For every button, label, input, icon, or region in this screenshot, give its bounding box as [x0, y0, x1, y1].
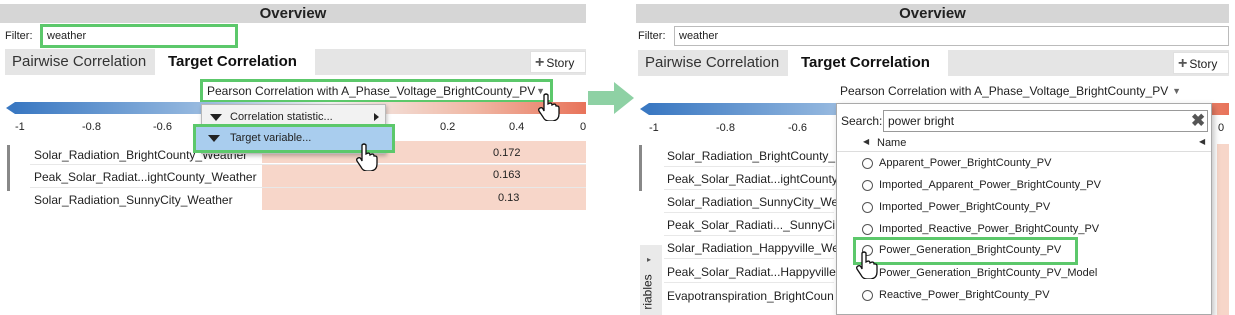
overview-header: Overview [636, 4, 1229, 23]
axis-tick: -0.8 [82, 121, 101, 133]
axis-tick: 0.2 [440, 121, 456, 133]
row-divider [664, 189, 834, 190]
plus-icon: + [535, 54, 545, 71]
filter-input[interactable]: weather [40, 24, 238, 48]
menu-item-label: Target variable... [230, 132, 312, 144]
row-value: 0.163 [493, 169, 521, 181]
row-divider [664, 235, 834, 236]
option-radio[interactable] [862, 224, 873, 235]
axis-tick: -0.8 [716, 122, 735, 134]
plus-icon: + [1178, 55, 1188, 72]
row-label: Peak_Solar_Radiat...Happyville [667, 265, 836, 279]
column-header-label: Name [877, 137, 907, 149]
option-label[interactable]: Power_Generation_BrightCounty_PV_Model [879, 267, 1097, 279]
row-label: Solar_Radiation_SunnyCity_Weather [34, 193, 233, 207]
side-tab-arrow-icon: ▸ [647, 255, 652, 264]
tab-target-correlation[interactable]: Target Correlation [788, 50, 948, 76]
row-label: Peak_Solar_Radiati..._SunnyCi [667, 218, 836, 232]
side-tab-label: riables [640, 274, 655, 310]
overview-header: Overview [0, 4, 586, 23]
option-label[interactable]: Imported_Apparent_Power_BrightCounty_PV [879, 179, 1101, 191]
option-label[interactable]: Imported_Reactive_Power_BrightCounty_PV [879, 223, 1099, 235]
correlation-bar [262, 188, 586, 210]
variables-side-tab[interactable]: ▸ riables [640, 245, 662, 315]
axis-tick: -1 [15, 121, 25, 133]
option-label[interactable]: Imported_Power_BrightCounty_PV [879, 201, 1050, 213]
row-label: Peak_Solar_Radiat...ightCounty_Weather [34, 170, 257, 184]
option-label[interactable]: Power_Generation_BrightCounty_PV [879, 244, 1061, 256]
sort-left-icon[interactable]: ◀ [863, 137, 869, 146]
row-divider [664, 258, 834, 259]
column-header: ◀ Name ◀ [837, 136, 1211, 152]
tab-pairwise-correlation[interactable]: Pairwise Correlation [638, 50, 788, 76]
menu-item-label: Correlation statistic... [230, 111, 333, 123]
row-label: Evapotranspiration_BrightCoun [667, 289, 834, 303]
option-radio[interactable] [862, 180, 873, 191]
hand-cursor-icon [356, 143, 378, 171]
axis-tick: 0.4 [509, 121, 525, 133]
scale-left-arrow-icon [640, 103, 649, 115]
triangle-down-icon [210, 114, 222, 121]
axis-tick: -1 [649, 122, 659, 134]
right-panel: Overview Filter: weather Pairwise Correl… [636, 0, 1235, 315]
correlation-bar [262, 165, 586, 187]
option-label[interactable]: Apparent_Power_BrightCounty_PV [879, 157, 1051, 169]
story-label: Story [1189, 57, 1218, 71]
scale-left-arrow-icon [6, 102, 15, 114]
hand-cursor-icon [538, 93, 560, 121]
search-input[interactable]: power bright [883, 110, 1208, 132]
transition-arrow-icon [588, 82, 634, 114]
axis-tick: 0 [1218, 122, 1225, 134]
left-panel: Overview Filter: weather Pairwise Correl… [0, 0, 586, 315]
axis-tick: -0.6 [788, 122, 807, 134]
tab-target-correlation[interactable]: Target Correlation [155, 49, 315, 75]
row-label: Solar_Radiation_BrightCounty_ [667, 149, 836, 163]
axis-tick: 0 [580, 121, 586, 133]
correlation-bar [1217, 144, 1229, 315]
list-scrollbar[interactable] [7, 145, 10, 191]
option-radio[interactable] [862, 158, 873, 169]
row-label: Solar_Radiation_SunnyCity_We [667, 195, 839, 209]
chevron-down-icon: ▼ [1172, 86, 1181, 96]
list-scrollbar[interactable] [639, 145, 642, 191]
filter-input[interactable]: weather [674, 26, 1229, 46]
row-value: 0.172 [493, 147, 521, 159]
row-divider [664, 282, 834, 283]
submenu-arrow-icon [374, 113, 379, 121]
correlation-dropdown[interactable]: Pearson Correlation with A_Phase_Voltage… [200, 79, 553, 103]
sort-right-icon[interactable]: ◀ [1199, 137, 1205, 146]
clear-search-icon[interactable]: ✖ [1191, 110, 1205, 132]
story-button[interactable]: + Story [530, 51, 586, 73]
option-radio[interactable] [862, 290, 873, 301]
story-label: Story [546, 56, 575, 70]
filter-label: Filter: [638, 30, 666, 42]
row-label: Solar_Radiation_Happyville_We [667, 241, 839, 255]
row-label: Peak_Solar_Radiat...ightCounty [667, 172, 838, 186]
target-variable-popup: Search: power bright ✖ ◀ Name ◀ Apparent… [836, 103, 1212, 315]
row-value: 0.13 [498, 192, 520, 204]
tab-pairwise-correlation[interactable]: Pairwise Correlation [5, 49, 155, 75]
search-label: Search: [841, 114, 883, 128]
option-radio[interactable] [862, 202, 873, 213]
axis-tick: -0.6 [153, 121, 172, 133]
correlation-dropdown[interactable]: Pearson Correlation with A_Phase_Voltage… [836, 80, 1186, 102]
filter-label: Filter: [5, 30, 33, 42]
option-label[interactable]: Reactive_Power_BrightCounty_PV [879, 289, 1050, 301]
hand-cursor-icon [856, 251, 878, 279]
story-button[interactable]: + Story [1173, 52, 1229, 74]
row-divider [664, 212, 834, 213]
triangle-down-icon [208, 135, 220, 142]
row-divider [664, 166, 834, 167]
correlation-dropdown-label: Pearson Correlation with A_Phase_Voltage… [840, 84, 1169, 98]
correlation-dropdown-label: Pearson Correlation with A_Phase_Voltage… [207, 84, 536, 98]
